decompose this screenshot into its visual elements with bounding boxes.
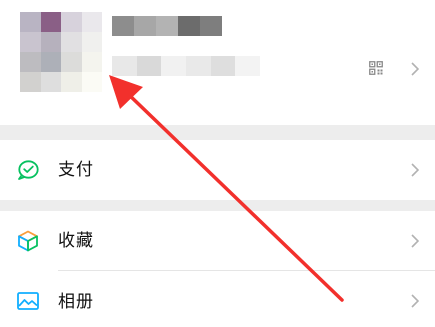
wechat-id-blurred <box>112 56 261 76</box>
menu-item-label: 支付 <box>58 160 94 180</box>
avatar-pixel <box>20 12 41 32</box>
chevron-right-icon <box>411 163 419 177</box>
avatar-pixel <box>81 72 102 92</box>
menu-item-favorites[interactable]: 收藏 <box>0 211 435 271</box>
nickname-blurred <box>112 16 222 36</box>
menu-item-label: 收藏 <box>58 231 94 251</box>
avatar-pixel <box>61 32 82 52</box>
wechat-id-pixel <box>112 56 137 76</box>
profile-header[interactable] <box>0 0 435 125</box>
avatar-pixel <box>61 12 82 32</box>
avatar-pixel <box>40 52 61 72</box>
menu-item-label: 相册 <box>58 292 94 312</box>
avatar-pixel <box>81 12 102 32</box>
chevron-right-icon <box>411 234 419 248</box>
avatar-pixel <box>20 52 41 72</box>
avatar-pixel <box>20 32 41 52</box>
menu-item-pay[interactable]: 支付 <box>0 140 435 200</box>
album-icon <box>17 292 39 310</box>
qr-code-icon[interactable] <box>369 61 383 75</box>
avatar-pixel <box>61 52 82 72</box>
nickname-pixel <box>156 16 178 36</box>
wechat-id-pixel <box>210 56 236 76</box>
avatar-pixel <box>40 32 61 52</box>
avatar-pixel <box>81 52 102 72</box>
nickname-pixel <box>178 16 200 36</box>
wechat-id-pixel <box>136 56 162 76</box>
avatar-pixel <box>40 12 61 32</box>
chevron-right-icon <box>411 294 419 308</box>
avatar-pixel <box>81 32 102 52</box>
pay-icon <box>18 160 39 180</box>
avatar-pixel <box>20 72 41 92</box>
nickname-pixel <box>134 16 156 36</box>
avatar-pixel <box>40 72 61 92</box>
avatar[interactable] <box>20 12 102 92</box>
menu-item-album[interactable]: 相册 <box>0 271 435 327</box>
avatar-pixel <box>61 72 82 92</box>
nickname-pixel <box>112 16 134 36</box>
wechat-id-pixel <box>186 56 211 76</box>
favorites-cube-icon <box>18 230 38 252</box>
chevron-right-icon <box>411 62 419 76</box>
wechat-id-pixel <box>235 56 261 76</box>
wechat-me-page: 支付 收藏 相册 <box>0 0 435 327</box>
wechat-id-pixel <box>161 56 187 76</box>
nickname-pixel <box>200 16 222 36</box>
